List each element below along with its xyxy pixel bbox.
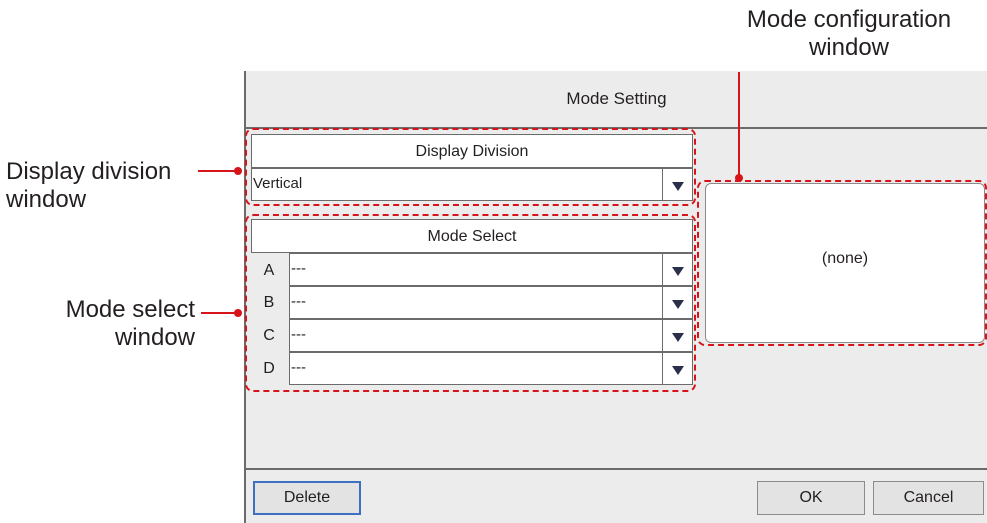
delete-button[interactable]: Delete xyxy=(253,481,361,515)
display-division-leader xyxy=(198,170,238,172)
footer-divider xyxy=(246,468,987,470)
callout-display-division: Display division window xyxy=(6,158,172,213)
ok-button[interactable]: OK xyxy=(757,481,865,515)
mode-select-outline xyxy=(245,214,696,392)
cancel-button[interactable]: Cancel xyxy=(873,481,984,515)
display-division-outline xyxy=(245,128,696,206)
mode-configuration-outline xyxy=(697,180,987,346)
mode-select-leader-dot xyxy=(234,309,242,317)
callout-mode-select: Mode select window xyxy=(65,296,195,351)
mode-configuration-leader xyxy=(738,72,740,177)
callout-mode-configuration: Mode configuration window xyxy=(746,6,952,61)
dialog-title: Mode Setting xyxy=(566,89,667,108)
display-division-leader-dot xyxy=(234,167,242,175)
mode-configuration-leader-dot xyxy=(735,174,743,182)
mode-select-leader xyxy=(201,312,238,314)
